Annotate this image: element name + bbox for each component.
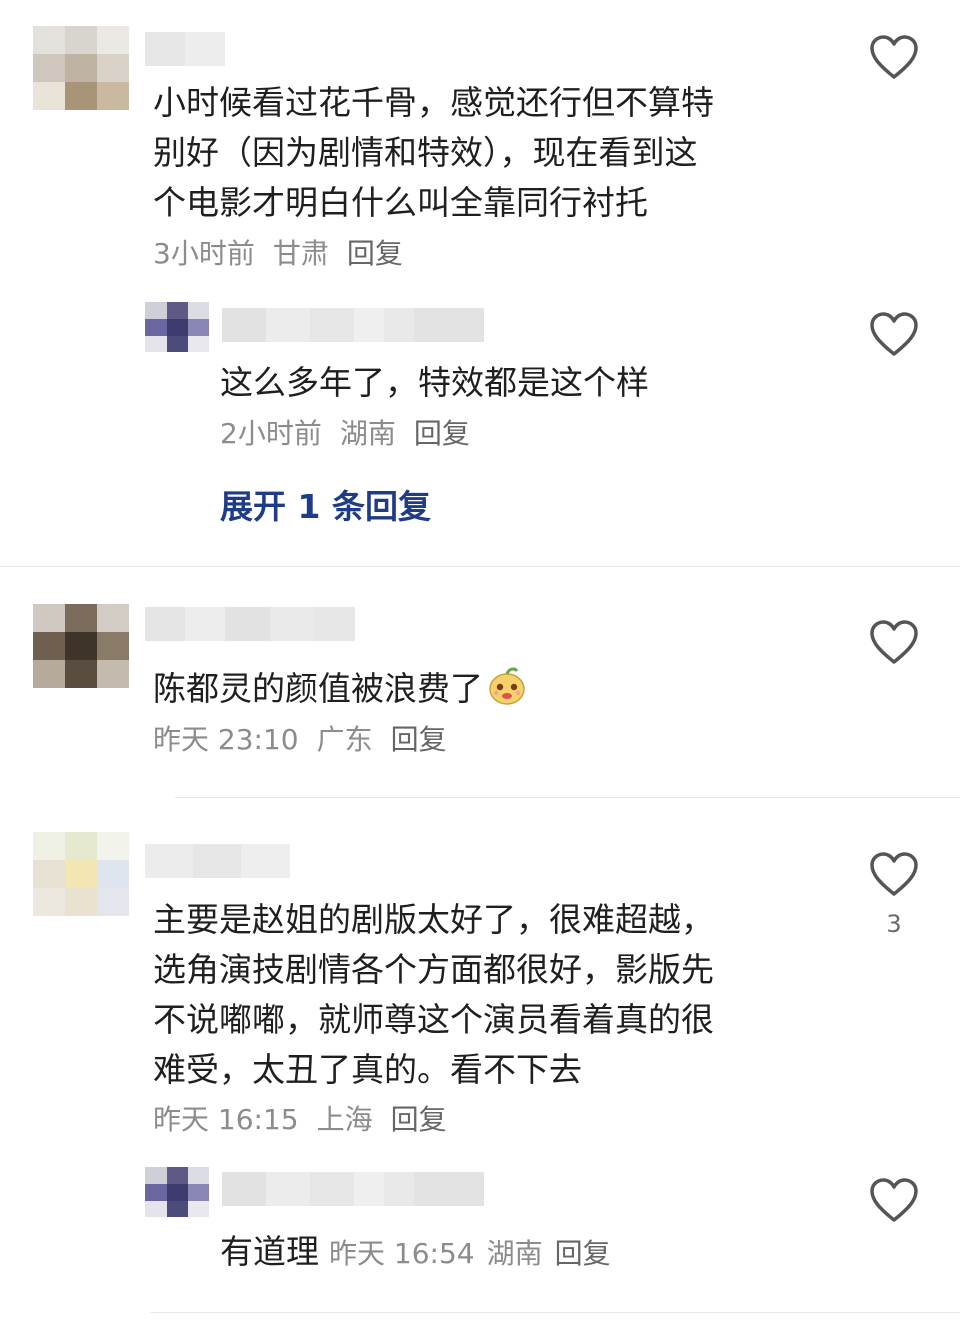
heart-outline-icon[interactable] — [869, 1178, 919, 1224]
username[interactable] — [145, 844, 290, 878]
reply-button[interactable]: 回复 — [414, 417, 470, 450]
reply-button[interactable]: 回复 — [347, 237, 403, 270]
username[interactable] — [222, 1172, 484, 1206]
comment-time: 昨天 16:15 — [153, 1103, 299, 1136]
heart-outline-icon[interactable] — [869, 35, 919, 81]
avatar[interactable] — [145, 302, 209, 352]
comment-time: 昨天 23:10 — [153, 723, 299, 756]
username[interactable] — [145, 32, 225, 66]
comment-location: 甘肃 — [272, 237, 329, 270]
username[interactable] — [222, 308, 484, 342]
comment-text: 陈都灵的颜值被浪费了 — [153, 664, 803, 714]
comment-meta: 3小时前 甘肃 回复 — [153, 232, 403, 272]
smiling-mascot-emoji — [487, 666, 527, 706]
reply-text: 这么多年了，特效都是这个样 — [220, 363, 649, 402]
heart-outline-icon[interactable] — [869, 852, 919, 898]
reply-location: 湖南 — [339, 417, 396, 450]
comment-text: 小时候看过花千骨，感觉还行但不算特 别好（因为剧情和特效），现在看到这 个电影才… — [153, 83, 714, 222]
comment-text: 主要是赵姐的剧版太好了，很难超越， 选角演技剧情各个方面都很好，影版先 不说嘟嘟… — [153, 900, 714, 1089]
divider — [150, 1312, 960, 1313]
heart-outline-icon[interactable] — [869, 312, 919, 358]
expand-replies-link[interactable]: 展开 1 条回复 — [220, 480, 431, 528]
avatar[interactable] — [33, 26, 129, 110]
reply-location: 湖南 — [486, 1237, 543, 1270]
comment-meta: 昨天 16:15 上海 回复 — [153, 1098, 447, 1138]
reply-text: 有道理 — [220, 1232, 319, 1271]
reply-button[interactable]: 回复 — [555, 1237, 611, 1270]
reply-meta: 2小时前 湖南 回复 — [220, 412, 470, 452]
username[interactable] — [145, 607, 355, 641]
divider — [0, 566, 960, 567]
comment-meta: 昨天 23:10 广东 回复 — [153, 718, 447, 758]
comment-location: 广东 — [316, 723, 373, 756]
avatar[interactable] — [145, 1167, 209, 1217]
comment-location: 上海 — [316, 1103, 373, 1136]
avatar[interactable] — [33, 604, 129, 688]
reply-button[interactable]: 回复 — [391, 1103, 447, 1136]
reply-button[interactable]: 回复 — [391, 723, 447, 756]
avatar[interactable] — [33, 832, 129, 916]
reply-row: 有道理 昨天 16:54 湖南 回复 — [220, 1225, 611, 1273]
reply-time: 2小时前 — [220, 417, 322, 450]
comment-time: 3小时前 — [153, 237, 255, 270]
like-count: 3 — [886, 910, 902, 938]
divider — [175, 797, 960, 798]
reply-time: 昨天 16:54 — [329, 1237, 475, 1270]
heart-outline-icon[interactable] — [869, 620, 919, 666]
